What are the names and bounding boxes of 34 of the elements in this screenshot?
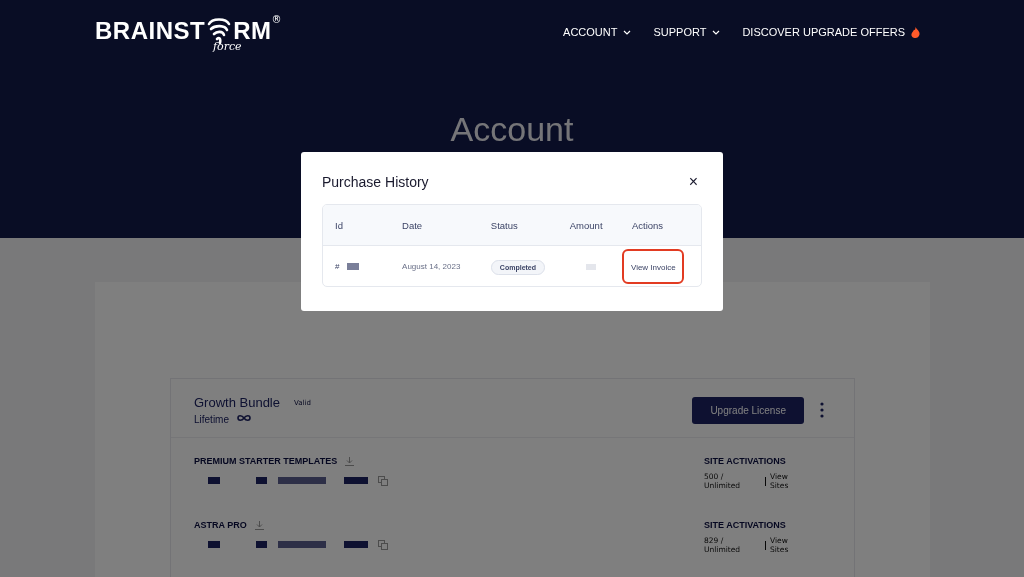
- table-cell-text: August 14, 2023: [402, 261, 462, 271]
- column-header: Id: [335, 219, 344, 231]
- nav-link[interactable]: SUPPORT: [653, 26, 721, 38]
- view-invoice-link[interactable]: View Invoice: [630, 262, 676, 272]
- infinity-icon: [237, 413, 251, 422]
- activations-label: SITE ACTIVATIONS: [704, 456, 787, 466]
- download-icon[interactable]: [345, 456, 355, 466]
- column-header: Amount: [569, 219, 604, 231]
- license-name: Growth Bundle: [194, 395, 280, 410]
- flame-icon: [911, 26, 920, 38]
- column-header: Status: [490, 219, 519, 231]
- product-name: PREMIUM STARTER TEMPLATES: [194, 456, 338, 466]
- product-name: ASTRA PRO: [194, 520, 247, 530]
- column-header: Date: [402, 219, 424, 231]
- nav-link[interactable]: DISCOVER UPGRADE OFFERS: [742, 26, 920, 38]
- logo-text: BRAINST: [95, 17, 206, 45]
- upgrade-button[interactable]: Upgrade License: [692, 396, 804, 424]
- dialog-title: Purchase History: [322, 174, 429, 190]
- close-button[interactable]: ×: [684, 174, 702, 190]
- redacted-amount: [585, 263, 596, 270]
- chevron-down-icon: [712, 29, 721, 35]
- nav-link[interactable]: ACCOUNT: [563, 26, 632, 38]
- more-icon[interactable]: [820, 402, 824, 418]
- column-header: Actions: [631, 219, 665, 231]
- chevron-down-icon: [623, 29, 632, 35]
- download-icon[interactable]: [254, 520, 264, 530]
- page-title: Account: [450, 110, 574, 149]
- redacted-id: [347, 262, 360, 270]
- activations-label: SITE ACTIVATIONS: [704, 520, 787, 530]
- copy-icon[interactable]: [378, 476, 388, 486]
- table-cell: #: [335, 261, 340, 271]
- registered-mark: ®: [271, 14, 282, 25]
- license-term: Lifetime: [194, 414, 229, 425]
- copy-icon[interactable]: [378, 540, 388, 550]
